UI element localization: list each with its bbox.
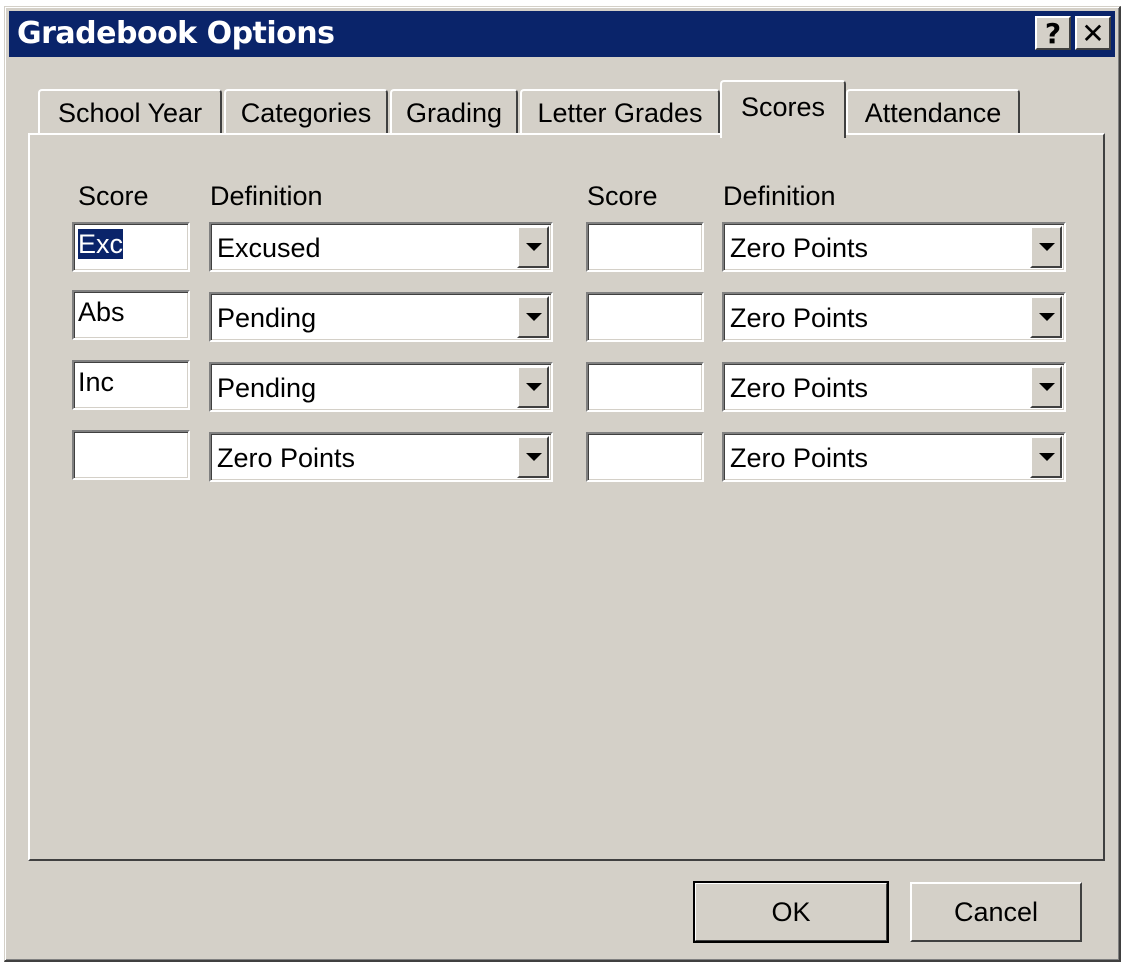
definition-select[interactable]: Pending — [209, 292, 553, 342]
score-input[interactable] — [72, 430, 190, 480]
tab-letter-grades[interactable]: Letter Grades — [520, 89, 720, 135]
definition-value: Zero Points — [730, 303, 869, 333]
dropdown-arrow-icon[interactable] — [1030, 436, 1062, 478]
score-input[interactable]: Exc — [72, 222, 190, 272]
dropdown-arrow-icon[interactable] — [517, 226, 549, 268]
definition-value: Zero Points — [730, 373, 869, 403]
score-input[interactable]: Abs — [72, 290, 190, 340]
dropdown-arrow-icon[interactable] — [1030, 226, 1062, 268]
score-input[interactable] — [586, 432, 704, 482]
question-mark-icon: ? — [1044, 16, 1062, 50]
tab-grading[interactable]: Grading — [390, 89, 518, 135]
window-title: Gradebook Options — [17, 16, 335, 51]
tab-label: Grading — [405, 98, 503, 128]
tab-label: Letter Grades — [537, 98, 703, 128]
ok-button[interactable]: OK — [693, 881, 889, 943]
tab-attendance[interactable]: Attendance — [846, 89, 1020, 135]
score-input[interactable]: Inc — [72, 360, 190, 410]
definition-column-header: Definition — [723, 181, 836, 211]
close-icon: ✕ — [1081, 16, 1105, 50]
tab-scores[interactable]: Scores — [720, 80, 846, 138]
definition-select[interactable]: Zero Points — [722, 222, 1066, 272]
tab-school-year[interactable]: School Year — [38, 89, 222, 135]
score-column-header: Score — [587, 181, 658, 211]
dropdown-arrow-icon[interactable] — [517, 296, 549, 338]
definition-value: Pending — [217, 373, 317, 403]
cancel-button-label: Cancel — [953, 897, 1039, 927]
dropdown-arrow-icon[interactable] — [1030, 296, 1062, 338]
score-input[interactable] — [586, 222, 704, 272]
definition-select[interactable]: Zero Points — [209, 432, 553, 482]
tab-label: School Year — [57, 98, 203, 128]
score-input[interactable] — [586, 292, 704, 342]
tab-categories[interactable]: Categories — [224, 89, 388, 135]
help-button[interactable]: ? — [1035, 16, 1071, 50]
close-button[interactable]: ✕ — [1075, 16, 1111, 50]
definition-select[interactable]: Zero Points — [722, 362, 1066, 412]
score-value: Abs — [78, 297, 125, 327]
tab-label: Attendance — [864, 98, 1002, 128]
definition-value: Zero Points — [730, 443, 869, 473]
tab-label: Categories — [240, 98, 372, 128]
definition-value: Pending — [217, 303, 317, 333]
dropdown-arrow-icon[interactable] — [1030, 366, 1062, 408]
definition-value: Zero Points — [730, 233, 869, 263]
score-input[interactable] — [586, 362, 704, 412]
ok-button-label: OK — [771, 897, 811, 927]
definition-value: Excused — [217, 233, 321, 263]
definition-select[interactable]: Pending — [209, 362, 553, 412]
score-value: Inc — [78, 367, 115, 397]
title-bar[interactable]: Gradebook Options ? ✕ — [9, 11, 1115, 57]
score-value: Exc — [78, 229, 124, 259]
dropdown-arrow-icon[interactable] — [517, 436, 549, 478]
dropdown-arrow-icon[interactable] — [517, 366, 549, 408]
definition-select[interactable]: Zero Points — [722, 292, 1066, 342]
definition-column-header: Definition — [210, 181, 323, 211]
definition-select[interactable]: Excused — [209, 222, 553, 272]
definition-select[interactable]: Zero Points — [722, 432, 1066, 482]
cancel-button[interactable]: Cancel — [910, 882, 1082, 942]
definition-value: Zero Points — [217, 443, 356, 473]
score-column-header: Score — [78, 181, 149, 211]
tab-label: Scores — [740, 92, 826, 122]
